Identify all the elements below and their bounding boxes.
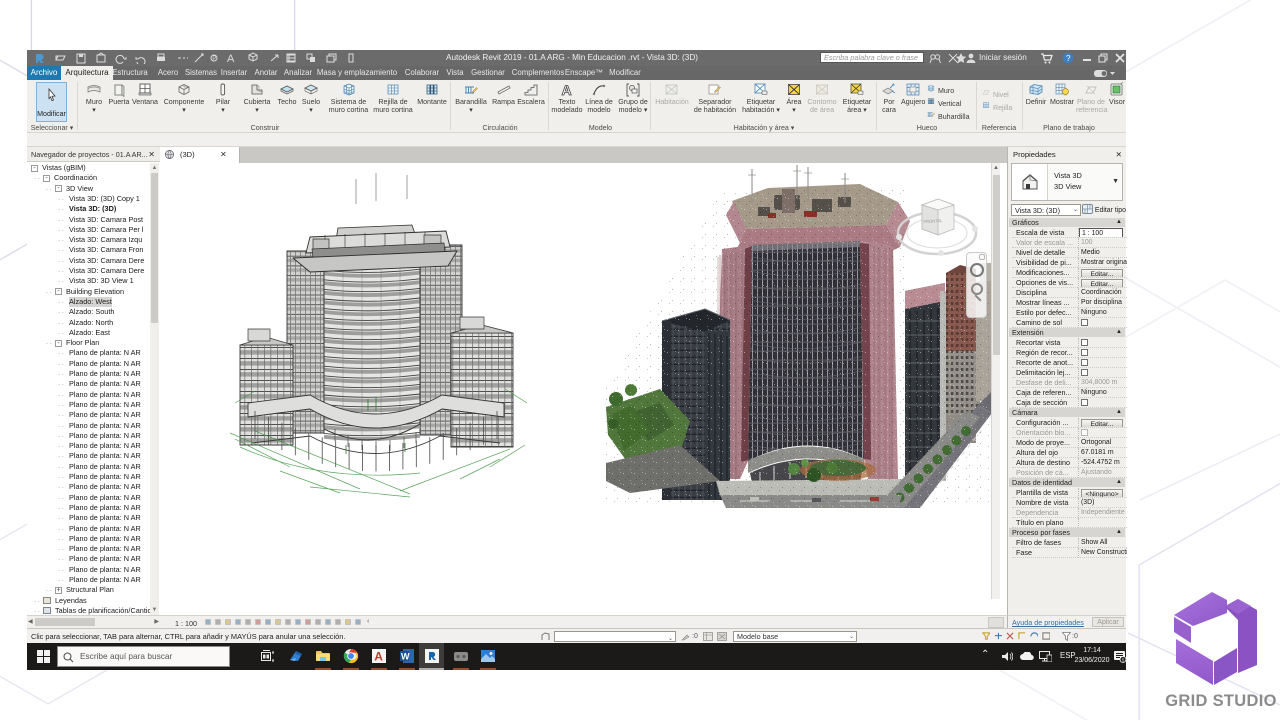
svg-text:FRONTAL: FRONTAL: [923, 218, 943, 224]
svg-text:?: ?: [1066, 54, 1071, 63]
svg-text:A: A: [374, 650, 383, 664]
svg-text:P: P: [212, 56, 216, 62]
svg-text:A: A: [227, 53, 235, 64]
svg-text:GRID STUDIO: GRID STUDIO: [1165, 692, 1276, 710]
svg-text:W: W: [401, 652, 410, 662]
